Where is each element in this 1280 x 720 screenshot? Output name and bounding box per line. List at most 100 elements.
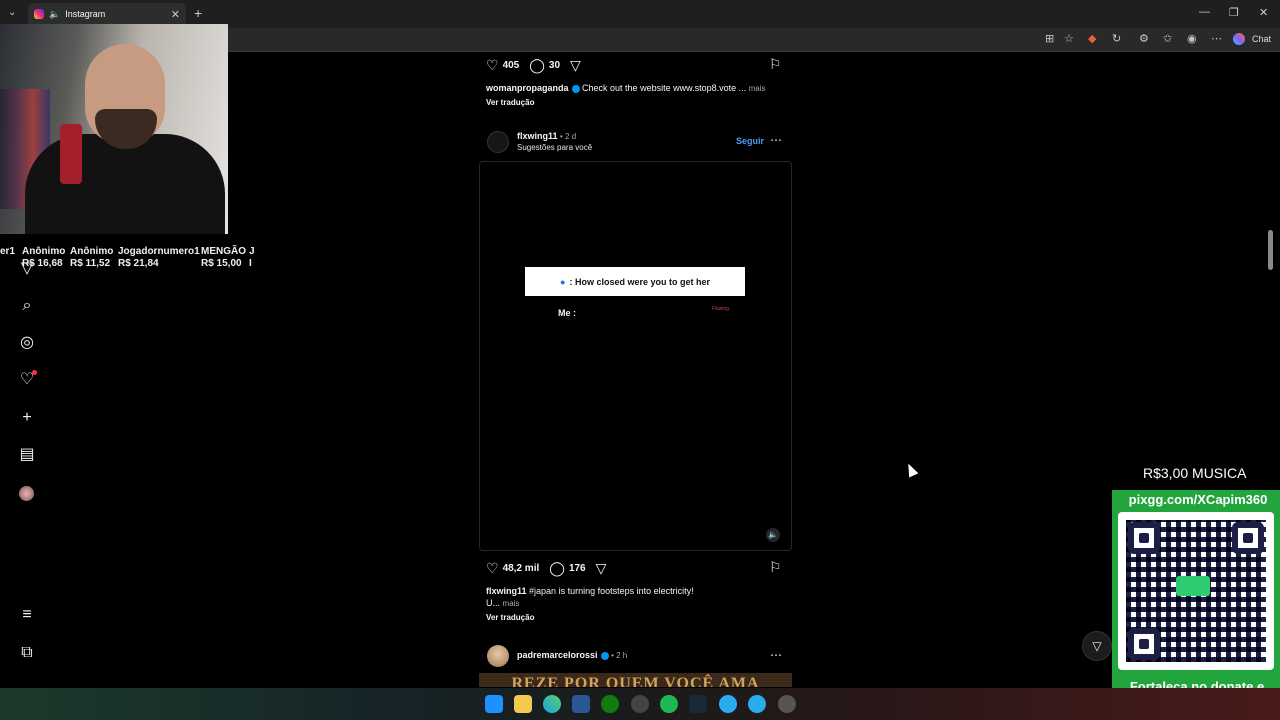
explore-compass-icon[interactable]: ◎ xyxy=(18,334,36,352)
like-count: 48,2 mil xyxy=(502,563,540,574)
telegram-icon[interactable] xyxy=(719,695,737,713)
close-tab-icon[interactable]: ✕ xyxy=(171,8,180,21)
share-icon[interactable]: ▽ xyxy=(596,560,607,577)
chat-button[interactable]: Chat xyxy=(1252,34,1271,44)
file-explorer-icon[interactable] xyxy=(514,695,532,713)
caption-truncated: U... xyxy=(486,598,501,608)
webcam-overlay xyxy=(0,24,228,234)
verified-badge-icon xyxy=(600,651,609,660)
post-main-caption: flxwing11 #japan is turning footsteps in… xyxy=(486,585,786,597)
more-options-icon[interactable]: ⋯ xyxy=(1211,32,1222,45)
tab-title: Instagram xyxy=(65,9,106,19)
post-avatar[interactable] xyxy=(487,131,509,153)
tab-instagram[interactable]: 🔈 Instagram ✕ xyxy=(28,3,186,25)
create-plus-icon[interactable]: + xyxy=(18,409,36,427)
post-header: flxwing11 • 2 d xyxy=(517,131,576,141)
more-link[interactable]: mais xyxy=(749,84,766,93)
outlook-icon[interactable] xyxy=(572,695,590,713)
apps-grid-icon[interactable]: ⧉ xyxy=(18,644,36,662)
profile-avatar[interactable] xyxy=(19,486,34,501)
extension-icon[interactable]: ◆ xyxy=(1088,32,1096,45)
spotify-icon[interactable] xyxy=(660,695,678,713)
save-bookmark-icon[interactable]: ⚐ xyxy=(769,559,782,576)
chrome-icon[interactable] xyxy=(631,695,649,713)
meme-me-text: Me : xyxy=(558,308,576,318)
caption-username[interactable]: flxwing11 xyxy=(486,586,527,596)
copilot-icon[interactable] xyxy=(1233,33,1245,45)
notifications-heart-icon[interactable]: ♡ xyxy=(18,370,37,389)
meme-question-text: : How closed were you to get her xyxy=(569,276,710,287)
post-main-actions: ♡ 48,2 mil ◯ 176 ▽ xyxy=(486,560,610,577)
post-image-banner[interactable]: REZE POR QUEM VOCÊ AMA xyxy=(479,673,792,687)
start-windows-icon[interactable] xyxy=(485,695,503,713)
post-top-caption: womanpropaganda Check out the website ww… xyxy=(486,82,786,95)
speech-bubble-icon: ● xyxy=(560,276,566,287)
post-options-icon[interactable]: ⋯ xyxy=(770,648,782,662)
reels-icon[interactable]: ▽ xyxy=(18,260,36,278)
webcam-drink-can xyxy=(60,124,82,184)
minimize-icon[interactable]: — xyxy=(1199,6,1210,18)
like-count: 405 xyxy=(502,60,520,71)
post-username[interactable]: womanpropaganda xyxy=(486,83,569,93)
suggestion-label: Sugestões para você xyxy=(517,143,593,152)
post-username[interactable]: padremarcelorossi xyxy=(517,650,598,660)
qr-finder xyxy=(1128,522,1160,554)
like-heart-icon[interactable]: ♡ xyxy=(486,560,499,577)
profile-icon[interactable]: ◉ xyxy=(1187,32,1197,45)
new-tab-plus-icon[interactable]: + xyxy=(194,5,202,21)
menu-icon[interactable]: ≡ xyxy=(18,606,36,624)
translate-link[interactable]: Ver tradução xyxy=(486,613,534,622)
favorites-icon[interactable]: ✩ xyxy=(1163,32,1172,45)
favorite-star-icon[interactable]: ☆ xyxy=(1064,32,1074,45)
donation-qr-code xyxy=(1118,512,1274,670)
scrollbar-thumb[interactable] xyxy=(1268,230,1273,270)
caption-text: is turning footsteps into electricity! xyxy=(558,586,694,596)
webcam-person-body xyxy=(25,134,225,234)
hashtag-link[interactable]: #japan xyxy=(529,586,556,596)
donor-item: MENGÃO R$ 15,00 xyxy=(201,246,246,269)
post-video[interactable] xyxy=(479,161,792,551)
dashboard-icon[interactable]: ▤ xyxy=(18,446,36,464)
post-time: • 2 d xyxy=(560,132,577,141)
qr-finder xyxy=(1128,628,1160,660)
caption-text: Check out the website www.stop8.vote ... xyxy=(582,83,747,93)
more-link[interactable]: mais xyxy=(503,599,520,608)
post-options-icon[interactable]: ⋯ xyxy=(770,133,782,147)
send-icon: ▽ xyxy=(1092,639,1102,653)
mute-toggle-icon[interactable]: 🔈 xyxy=(766,528,780,542)
xbox-icon[interactable] xyxy=(601,695,619,713)
steam-icon[interactable] xyxy=(689,695,707,713)
share-icon[interactable]: ▽ xyxy=(570,57,581,74)
mouse-cursor xyxy=(903,461,919,478)
follow-button[interactable]: Seguir xyxy=(736,136,764,146)
translate-link[interactable]: Ver tradução xyxy=(486,98,534,107)
close-window-icon[interactable]: ✕ xyxy=(1259,6,1268,19)
search-icon[interactable]: ⌕ xyxy=(18,297,36,315)
caption-line-2: U... mais xyxy=(486,597,519,610)
speaker-icon[interactable]: 🔈 xyxy=(49,9,60,20)
verified-badge-icon xyxy=(571,84,580,93)
edge-icon[interactable] xyxy=(543,695,561,713)
comment-count: 30 xyxy=(548,60,561,71)
notification-dot xyxy=(32,370,37,375)
post-top-actions: ♡ 405 ◯ 30 ▽ xyxy=(486,57,585,74)
post-username[interactable]: flxwing11 xyxy=(517,131,558,141)
qr-finder xyxy=(1232,522,1264,554)
like-heart-icon[interactable]: ♡ xyxy=(486,57,499,74)
restore-icon[interactable]: ❐ xyxy=(1229,6,1239,19)
qr-logo xyxy=(1176,576,1210,596)
save-bookmark-icon[interactable]: ⚐ xyxy=(769,56,782,73)
tab-list-chevron-icon[interactable]: ⌄ xyxy=(8,7,16,18)
app-available-icon[interactable]: ⊞ xyxy=(1045,32,1054,45)
messages-button[interactable]: ▽ xyxy=(1082,631,1112,661)
donation-url: pixgg.com/XCapim360 xyxy=(1128,492,1268,507)
telegram-secondary-icon[interactable] xyxy=(748,695,766,713)
comment-icon[interactable]: ◯ xyxy=(549,560,565,577)
media-player-icon[interactable] xyxy=(778,695,796,713)
post-avatar[interactable] xyxy=(487,645,509,667)
banner-text: REZE POR QUEM VOCÊ AMA xyxy=(511,675,760,687)
post-time: • 2 h xyxy=(611,651,628,660)
comment-icon[interactable]: ◯ xyxy=(529,57,545,74)
extensions-puzzle-icon[interactable]: ⚙ xyxy=(1139,32,1149,45)
refresh-extension-icon[interactable]: ↻ xyxy=(1112,32,1121,45)
